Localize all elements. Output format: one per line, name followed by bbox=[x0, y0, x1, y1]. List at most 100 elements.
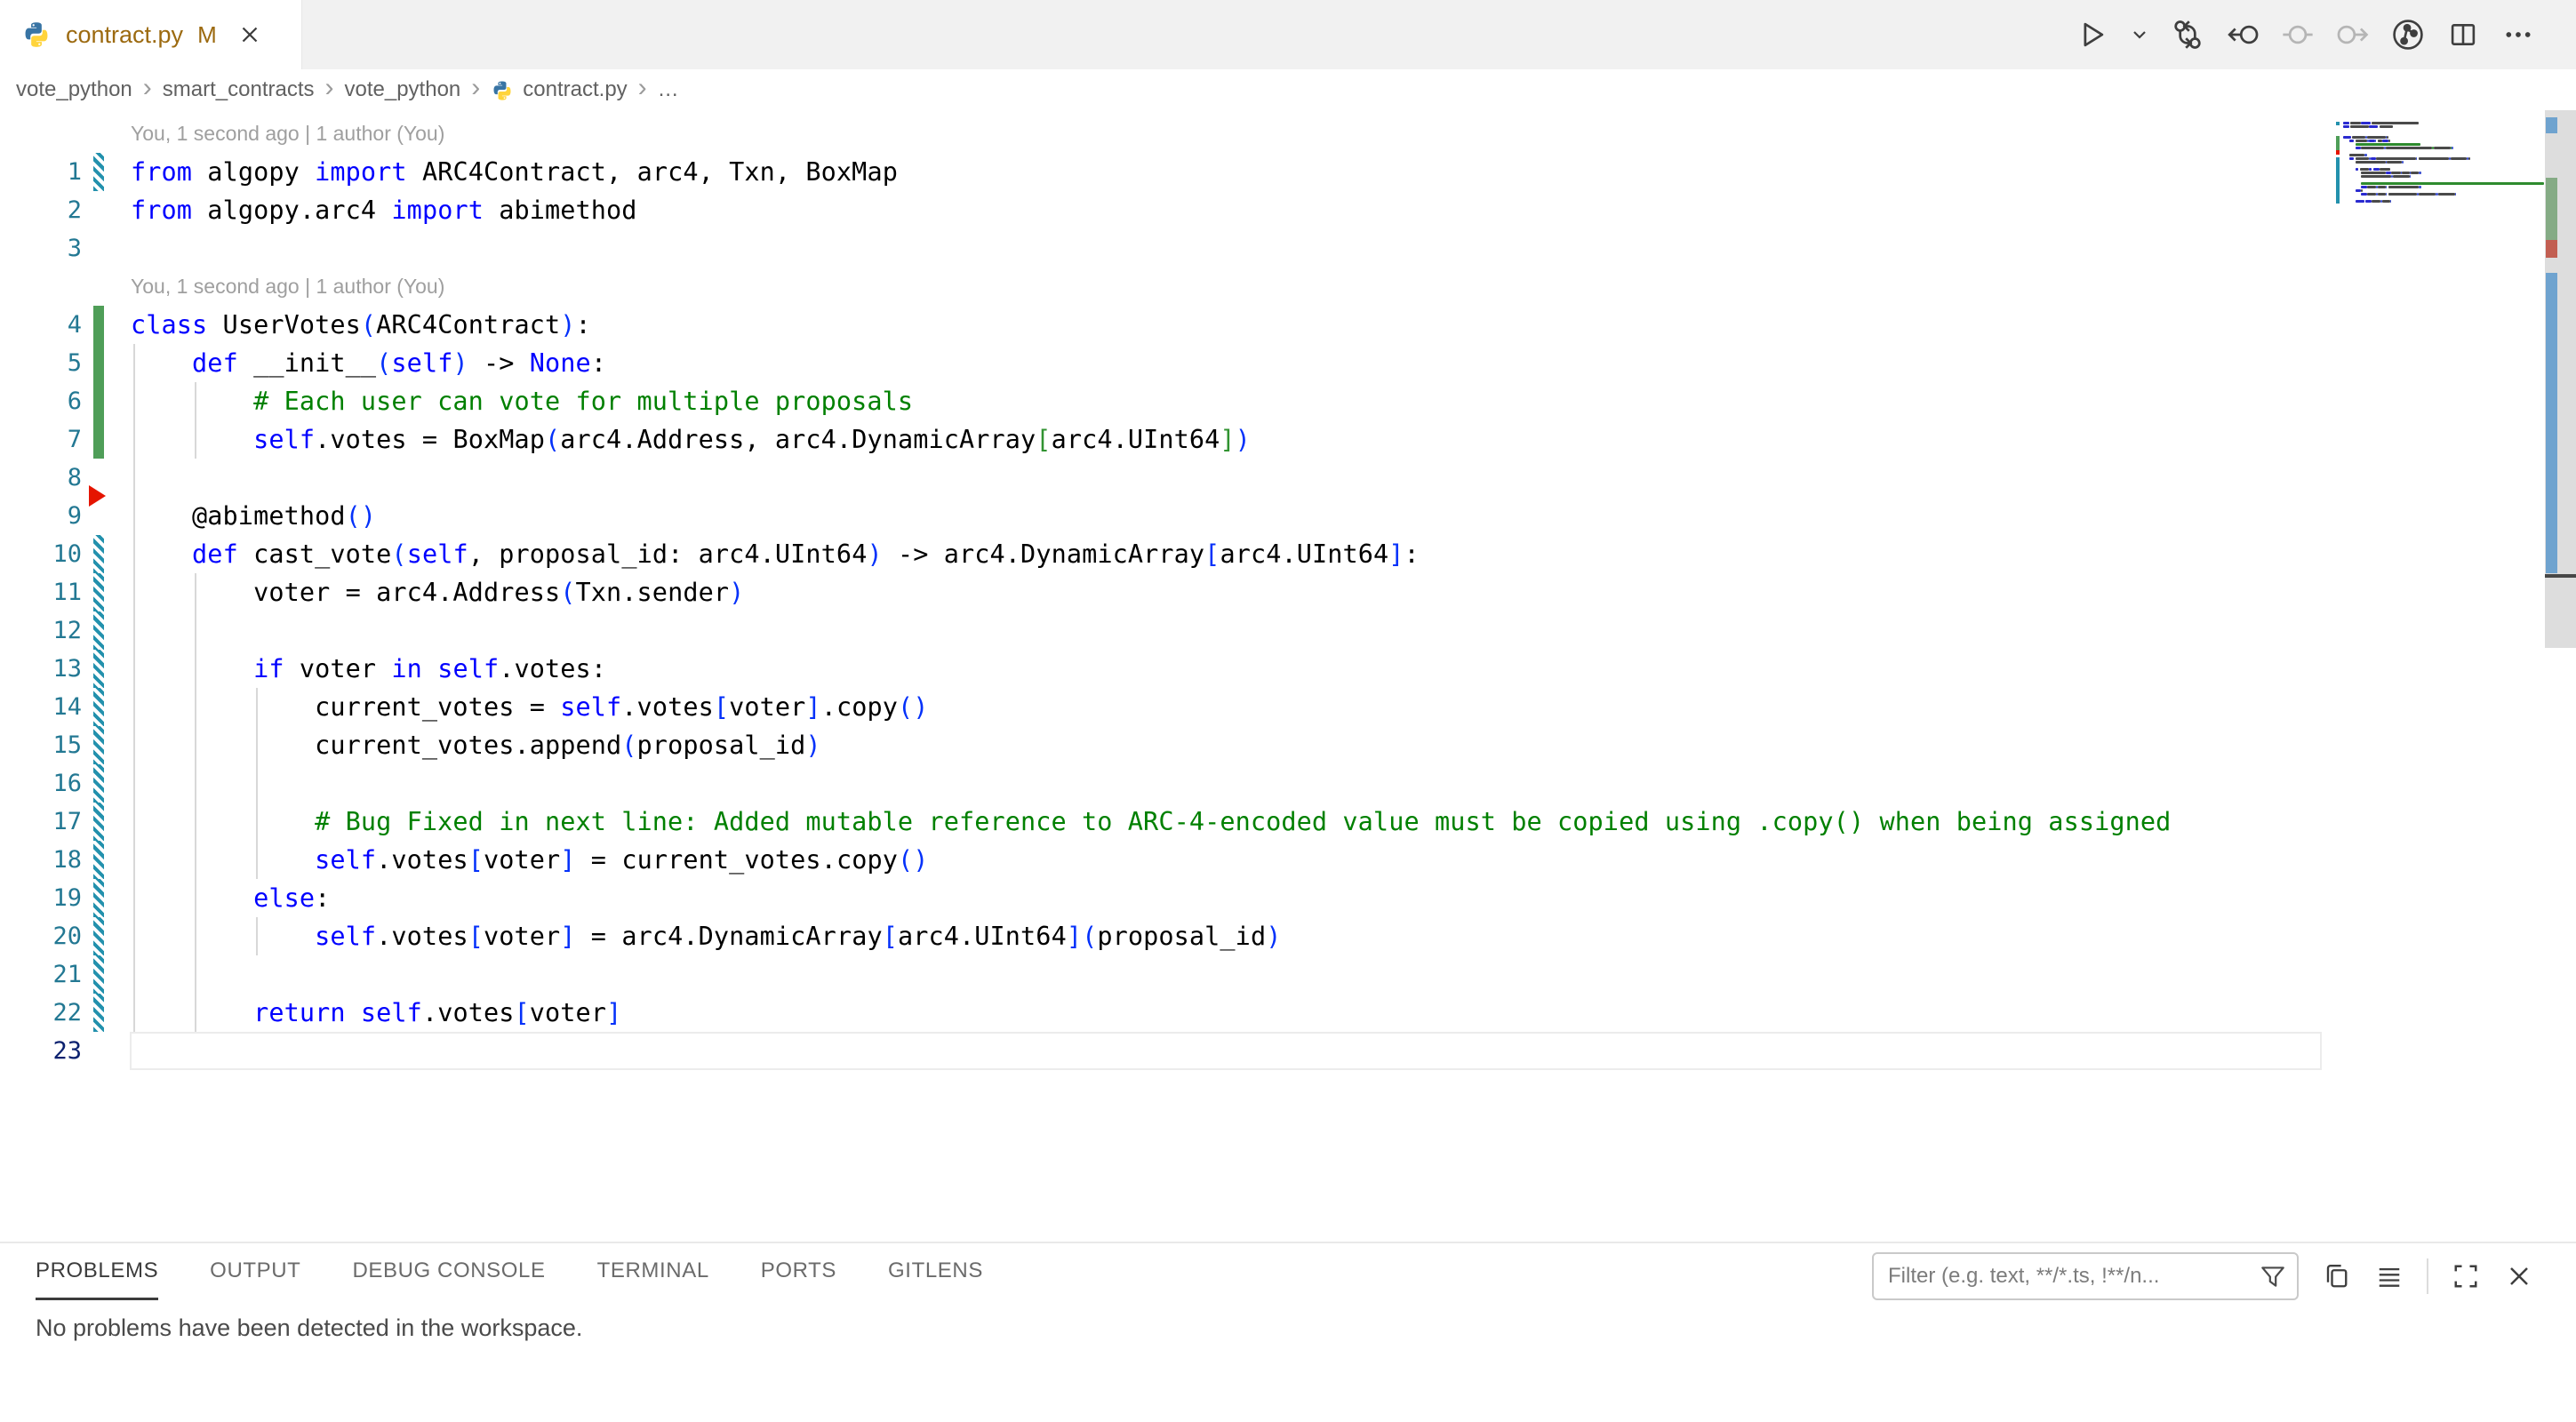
gutter-modified-indicator[interactable] bbox=[93, 573, 104, 611]
code-line-11[interactable]: 11 voter = arc4.Address(Txn.sender) bbox=[0, 573, 2576, 611]
breadcrumb-item[interactable]: smart_contracts bbox=[163, 77, 315, 102]
line-number[interactable]: 5 bbox=[0, 344, 82, 382]
breadcrumb-item[interactable]: vote_python bbox=[345, 77, 461, 102]
line-number[interactable]: 16 bbox=[0, 764, 82, 803]
code-lines: You, 1 second ago | 1 author (You)1from … bbox=[0, 115, 2576, 1070]
gutter-modified-indicator[interactable] bbox=[93, 879, 104, 917]
line-number[interactable]: 13 bbox=[0, 650, 82, 688]
tab-contract-py[interactable]: contract.py M bbox=[0, 0, 302, 69]
close-tab-icon[interactable] bbox=[236, 21, 263, 48]
run-python-file-icon[interactable] bbox=[2075, 18, 2108, 52]
gutter bbox=[82, 994, 131, 1032]
panel-tab-terminal[interactable]: TERMINAL bbox=[597, 1243, 709, 1300]
gitlens-graph-icon[interactable] bbox=[2391, 18, 2425, 52]
line-number[interactable]: 8 bbox=[0, 459, 82, 497]
gutter-modified-indicator[interactable] bbox=[93, 994, 104, 1032]
previous-change-icon[interactable] bbox=[2226, 18, 2260, 52]
minimap[interactable] bbox=[2327, 110, 2545, 1242]
line-number[interactable]: 4 bbox=[0, 306, 82, 344]
panel-tab-ports[interactable]: PORTS bbox=[761, 1243, 836, 1300]
code-line-19[interactable]: 19 else: bbox=[0, 879, 2576, 917]
line-number[interactable]: 1 bbox=[0, 153, 82, 191]
gutter-modified-indicator[interactable] bbox=[93, 611, 104, 650]
code-line-16[interactable]: 16 bbox=[0, 764, 2576, 803]
gutter-modified-indicator[interactable] bbox=[93, 841, 104, 879]
more-actions-icon[interactable] bbox=[2501, 18, 2535, 52]
code-line-1[interactable]: 1from algopy import ARC4Contract, arc4, … bbox=[0, 153, 2576, 191]
line-number[interactable]: 6 bbox=[0, 382, 82, 420]
gutter-added-indicator[interactable] bbox=[93, 306, 104, 344]
gutter-deleted-indicator[interactable] bbox=[89, 485, 106, 507]
gutter-modified-indicator[interactable] bbox=[93, 917, 104, 955]
line-number[interactable]: 9 bbox=[0, 497, 82, 535]
line-number[interactable]: 21 bbox=[0, 955, 82, 994]
line-number[interactable]: 3 bbox=[0, 229, 82, 268]
gutter-modified-indicator[interactable] bbox=[93, 688, 104, 726]
line-number[interactable]: 18 bbox=[0, 841, 82, 879]
code-line-13[interactable]: 13 if voter in self.votes: bbox=[0, 650, 2576, 688]
gutter bbox=[82, 726, 131, 764]
code-line-4[interactable]: 4class UserVotes(ARC4Contract): bbox=[0, 306, 2576, 344]
line-number[interactable]: 19 bbox=[0, 879, 82, 917]
code-line-18[interactable]: 18 self.votes[voter] = current_votes.cop… bbox=[0, 841, 2576, 879]
line-number[interactable]: 2 bbox=[0, 191, 82, 229]
code-line-10[interactable]: 10 def cast_vote(self, proposal_id: arc4… bbox=[0, 535, 2576, 573]
code-line-6[interactable]: 6 # Each user can vote for multiple prop… bbox=[0, 382, 2576, 420]
code-editor[interactable]: You, 1 second ago | 1 author (You)1from … bbox=[0, 110, 2576, 1242]
ruler-modified-mark bbox=[2546, 273, 2557, 573]
line-number[interactable]: 7 bbox=[0, 420, 82, 459]
code-line-21[interactable]: 21 bbox=[0, 955, 2576, 994]
breadcrumb-item[interactable]: … bbox=[658, 77, 679, 102]
line-number[interactable]: 15 bbox=[0, 726, 82, 764]
code-line-7[interactable]: 7 self.votes = BoxMap(arc4.Address, arc4… bbox=[0, 420, 2576, 459]
breadcrumb-separator-icon: › bbox=[471, 75, 480, 101]
line-number[interactable]: 11 bbox=[0, 573, 82, 611]
breadcrumb-item[interactable]: vote_python bbox=[16, 77, 132, 102]
gutter-modified-indicator[interactable] bbox=[93, 650, 104, 688]
line-number[interactable]: 17 bbox=[0, 803, 82, 841]
minimap-modified-mark bbox=[2336, 157, 2340, 204]
code-line-3[interactable]: 3 bbox=[0, 229, 2576, 268]
copy-icon[interactable] bbox=[2320, 1260, 2352, 1292]
breadcrumb-item[interactable]: contract.py bbox=[523, 77, 627, 102]
line-number[interactable]: 23 bbox=[0, 1032, 82, 1070]
panel-tab-debug-console[interactable]: DEBUG CONSOLE bbox=[352, 1243, 545, 1300]
gutter-added-indicator[interactable] bbox=[93, 382, 104, 420]
gutter-added-indicator[interactable] bbox=[93, 344, 104, 382]
filter-input[interactable] bbox=[1872, 1252, 2299, 1300]
panel-tab-output[interactable]: OUTPUT bbox=[210, 1243, 300, 1300]
panel-tab-gitlens[interactable]: GITLENS bbox=[888, 1243, 983, 1300]
code-line-5[interactable]: 5 def __init__(self) -> None: bbox=[0, 344, 2576, 382]
panel-tab-problems[interactable]: PROBLEMS bbox=[36, 1243, 158, 1300]
maximize-panel-icon[interactable] bbox=[2450, 1260, 2482, 1292]
close-panel-icon[interactable] bbox=[2503, 1260, 2535, 1292]
code-line-15[interactable]: 15 current_votes.append(proposal_id) bbox=[0, 726, 2576, 764]
code-line-8[interactable]: 8 bbox=[0, 459, 2576, 497]
split-editor-icon[interactable] bbox=[2446, 18, 2480, 52]
gutter-modified-indicator[interactable] bbox=[93, 535, 104, 573]
minimap-line bbox=[2343, 147, 2453, 149]
gutter-modified-indicator[interactable] bbox=[93, 955, 104, 994]
line-number[interactable]: 20 bbox=[0, 917, 82, 955]
line-number[interactable]: 14 bbox=[0, 688, 82, 726]
compare-changes-icon[interactable] bbox=[2171, 18, 2204, 52]
line-number[interactable]: 22 bbox=[0, 994, 82, 1032]
code-line-23[interactable]: 23 bbox=[0, 1032, 2576, 1070]
gutter-added-indicator[interactable] bbox=[93, 420, 104, 459]
code-line-12[interactable]: 12 bbox=[0, 611, 2576, 650]
code-line-14[interactable]: 14 current_votes = self.votes[voter].cop… bbox=[0, 688, 2576, 726]
gutter-modified-indicator[interactable] bbox=[93, 153, 104, 191]
code-line-20[interactable]: 20 self.votes[voter] = arc4.DynamicArray… bbox=[0, 917, 2576, 955]
code-line-9[interactable]: 9 @abimethod() bbox=[0, 497, 2576, 535]
line-number[interactable]: 10 bbox=[0, 535, 82, 573]
code-line-17[interactable]: 17 # Bug Fixed in next line: Added mutab… bbox=[0, 803, 2576, 841]
code-line-22[interactable]: 22 return self.votes[voter] bbox=[0, 994, 2576, 1032]
gutter-modified-indicator[interactable] bbox=[93, 726, 104, 764]
code-line-2[interactable]: 2from algopy.arc4 import abimethod bbox=[0, 191, 2576, 229]
gutter-modified-indicator[interactable] bbox=[93, 764, 104, 803]
line-number[interactable]: 12 bbox=[0, 611, 82, 650]
run-dropdown-chevron-icon[interactable] bbox=[2130, 18, 2149, 52]
minimap-line bbox=[2343, 186, 2421, 188]
list-lines-icon[interactable] bbox=[2373, 1260, 2405, 1292]
gutter-modified-indicator[interactable] bbox=[93, 803, 104, 841]
